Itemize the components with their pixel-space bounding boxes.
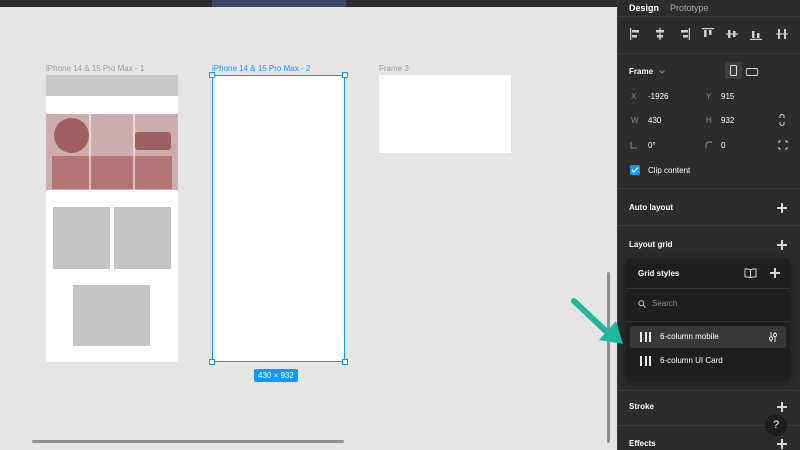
help-button[interactable]: ? xyxy=(765,414,787,436)
h-input[interactable]: 932 xyxy=(721,116,734,125)
canvas[interactable]: iPhone 14 & 15 Pro Max - 1 iPhone 14 & 1… xyxy=(0,7,617,450)
h-label: H xyxy=(706,116,712,125)
effects-title[interactable]: Effects xyxy=(629,439,656,448)
add-layout-grid-plus-icon[interactable] xyxy=(777,240,787,250)
add-effects-plus-icon[interactable] xyxy=(777,439,787,449)
frame-section-title[interactable]: Frame xyxy=(629,67,653,76)
resize-handle-top-right[interactable] xyxy=(342,72,348,78)
divider xyxy=(618,188,800,189)
frame-iphone-1[interactable] xyxy=(46,75,178,362)
w-label: W xyxy=(631,116,639,125)
landscape-icon[interactable] xyxy=(746,68,758,76)
corner-radius-icon xyxy=(705,141,712,148)
stroke-title[interactable]: Stroke xyxy=(629,402,654,411)
w-input[interactable]: 430 xyxy=(648,116,661,125)
add-stroke-plus-icon[interactable] xyxy=(777,402,787,412)
frame-label-2[interactable]: iPhone 14 & 15 Pro Max - 2 xyxy=(212,64,310,73)
ruler-selection-highlight xyxy=(212,0,346,7)
grid-gutter xyxy=(133,114,135,190)
divider xyxy=(626,288,790,289)
checkmark-icon xyxy=(631,167,639,173)
grid-icon xyxy=(640,332,651,342)
distribute-icon[interactable] xyxy=(775,27,789,41)
clip-content-label[interactable]: Clip content xyxy=(648,166,690,175)
x-label: X xyxy=(631,92,637,101)
book-icon[interactable] xyxy=(744,268,757,278)
constrain-proportions-icon[interactable] xyxy=(778,114,786,126)
y-input[interactable]: 915 xyxy=(721,92,734,101)
arrow-icon xyxy=(571,298,623,344)
layout-grid-title[interactable]: Layout grid xyxy=(629,240,673,249)
grid-style-name: 6-column UI Card xyxy=(660,356,723,365)
frame1-header-block xyxy=(46,75,178,96)
properties-panel: Design Prototype Frame X -1926 Y 915 W 4… xyxy=(617,0,800,450)
resize-handle-top-left[interactable] xyxy=(209,72,215,78)
grid-style-item-6-column-ui-card[interactable]: 6-column UI Card xyxy=(630,350,786,372)
resize-handle-bottom-left[interactable] xyxy=(209,359,215,365)
grid-gutter xyxy=(89,114,91,190)
align-center-h-icon[interactable] xyxy=(653,27,667,41)
align-right-icon[interactable] xyxy=(677,27,691,41)
divider xyxy=(618,53,800,54)
grid-styles-title: Grid styles xyxy=(638,269,680,278)
frame-label-1[interactable]: iPhone 14 & 15 Pro Max - 1 xyxy=(46,64,144,73)
divider xyxy=(618,16,800,17)
portrait-icon xyxy=(730,65,737,76)
rotation-icon xyxy=(630,142,637,149)
divider xyxy=(626,321,790,322)
y-label: Y xyxy=(706,92,712,101)
rotation-input[interactable]: 0° xyxy=(648,141,656,150)
add-auto-layout-plus-icon[interactable] xyxy=(777,203,787,213)
divider xyxy=(618,390,800,391)
tab-design[interactable]: Design xyxy=(629,3,659,13)
grid-styles-popup: Grid styles 6-column mobile 6-column UI … xyxy=(626,259,790,380)
adjust-icon[interactable] xyxy=(768,331,778,343)
frame1-image-placeholder xyxy=(53,207,110,269)
frame-iphone-2-selected[interactable] xyxy=(209,72,348,365)
frame1-image-placeholder xyxy=(73,285,150,346)
grid-icon xyxy=(640,356,651,366)
horizontal-scrollbar[interactable] xyxy=(32,440,344,443)
grid-style-name: 6-column mobile xyxy=(660,332,719,341)
align-left-icon[interactable] xyxy=(629,27,643,41)
align-bottom-icon[interactable] xyxy=(749,27,763,41)
align-middle-v-icon[interactable] xyxy=(725,27,739,41)
x-input[interactable]: -1926 xyxy=(648,92,668,101)
tab-prototype[interactable]: Prototype xyxy=(670,3,709,13)
radius-input[interactable]: 0 xyxy=(721,141,725,150)
clip-content-checkbox[interactable] xyxy=(630,165,640,175)
add-grid-style-plus-icon[interactable] xyxy=(770,268,780,278)
auto-layout-title[interactable]: Auto layout xyxy=(629,203,673,212)
frame1-image-placeholder xyxy=(114,207,171,269)
layout-grid-overlay xyxy=(46,114,178,190)
canvas-top-ruler xyxy=(0,0,617,7)
selection-size-badge: 430 × 932 xyxy=(254,369,298,382)
resize-handle-bottom-right[interactable] xyxy=(342,359,348,365)
frame-3[interactable] xyxy=(379,75,511,153)
portrait-button[interactable] xyxy=(725,62,742,79)
search-icon xyxy=(638,300,646,308)
align-top-icon[interactable] xyxy=(701,27,715,41)
frame-label-3[interactable]: Frame 3 xyxy=(379,64,409,73)
grid-style-item-6-column-mobile[interactable]: 6-column mobile xyxy=(630,326,786,348)
grid-styles-search-input[interactable] xyxy=(652,296,772,310)
divider xyxy=(618,225,800,226)
chevron-down-icon[interactable] xyxy=(659,70,665,74)
independent-corners-icon[interactable] xyxy=(778,140,788,150)
